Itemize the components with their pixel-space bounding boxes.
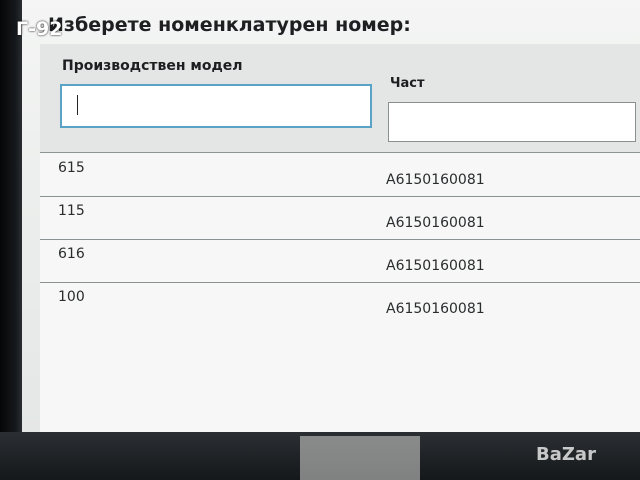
watermark-logo: BaZar [536,444,596,465]
part-cell: A6150160081 [386,215,485,231]
monitor-bezel [0,0,22,480]
table-row[interactable]: 616 A6150160081 [40,240,640,283]
table-row[interactable]: 100 A6150160081 [40,283,640,325]
part-cell: A6150160081 [386,301,485,317]
part-column-label: Част [390,76,425,91]
model-cell: 100 [58,289,85,305]
table-row[interactable]: 615 A6150160081 [40,154,640,197]
model-cell: 115 [58,203,85,219]
model-cell: 615 [58,160,85,176]
part-filter-input[interactable] [388,102,636,142]
part-cell: A6150160081 [386,172,485,188]
model-filter-input[interactable] [60,84,372,128]
filter-header: Производствен модел Част [40,44,640,153]
listing-tag: Г-92 [16,18,63,40]
text-caret [77,95,78,115]
part-cell: A6150160081 [386,258,485,274]
screen: Изберете номенклатурен номер: Производст… [22,0,640,432]
background-image-strip [300,436,420,480]
model-column-label: Производствен модел [62,58,243,74]
part-selection-panel: Производствен модел Част 615 A6150160081… [40,44,640,432]
results-table: 615 A6150160081 115 A6150160081 616 A615… [40,154,640,325]
model-cell: 616 [58,246,85,262]
dialog-title: Изберете номенклатурен номер: [48,14,411,36]
table-row[interactable]: 115 A6150160081 [40,197,640,240]
